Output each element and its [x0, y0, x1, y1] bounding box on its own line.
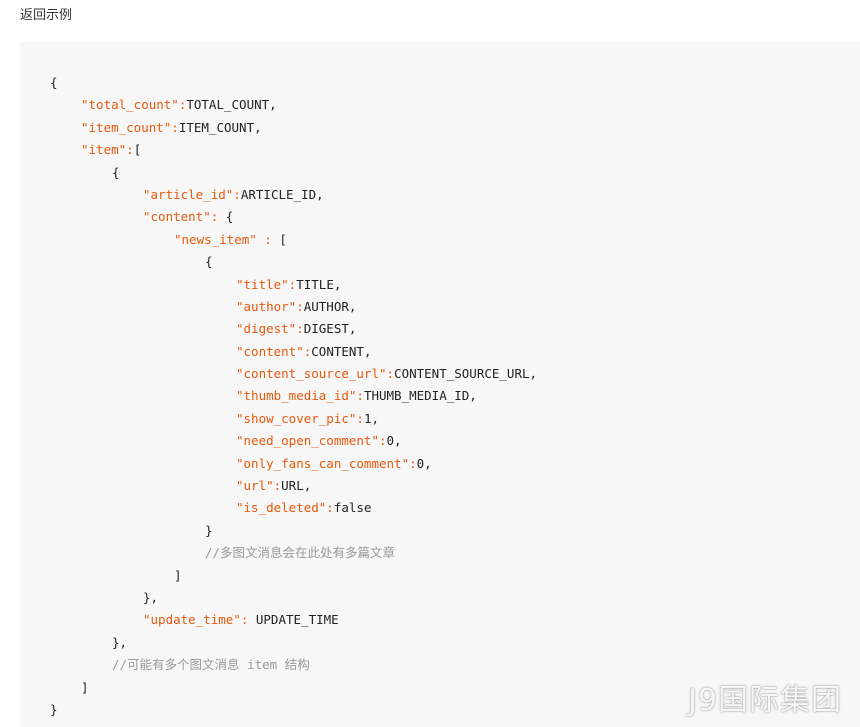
json-value: 0,	[386, 433, 402, 449]
code-lines: {"total_count":TOTAL_COUNT, "item_count":…	[50, 72, 537, 721]
code-line: ]	[50, 677, 537, 699]
json-key: "title":	[236, 276, 297, 292]
json-value: ITEM_COUNT,	[178, 119, 262, 135]
json-key: "author":	[236, 298, 304, 314]
code-line: "only_fans_can_comment":0,	[50, 453, 537, 475]
json-key: "item_count":	[81, 119, 179, 135]
code-line: {	[50, 72, 537, 94]
json-value: },	[112, 634, 128, 650]
json-value: TOTAL_COUNT,	[186, 97, 277, 113]
code-line: {	[50, 251, 537, 273]
code-line: "thumb_media_id":THUMB_MEDIA_ID,	[50, 385, 537, 407]
code-line: ]	[50, 565, 537, 587]
json-value: DIGEST,	[303, 321, 357, 337]
json-value: AUTHOR,	[303, 298, 357, 314]
json-key: "article_id":	[143, 186, 241, 202]
code-line: "content": {	[50, 206, 537, 228]
json-value: THUMB_MEDIA_ID,	[363, 388, 477, 404]
json-value: CONTENT_SOURCE_URL,	[394, 366, 538, 382]
json-value: 0,	[416, 455, 432, 471]
code-line: }	[50, 520, 537, 542]
json-key: "content":	[236, 343, 312, 359]
json-key: "show_cover_pic":	[236, 410, 364, 426]
json-value: {	[50, 75, 58, 90]
watermark-logo: J9国际集团	[688, 683, 842, 718]
json-value: {	[218, 209, 234, 225]
json-value: }	[205, 522, 213, 538]
json-value: TITLE,	[296, 276, 342, 292]
code-line: "update_time": UPDATE_TIME	[50, 609, 537, 631]
code-comment: //可能有多个图文消息 item 结构	[112, 657, 310, 673]
json-value: CONTENT,	[311, 343, 372, 359]
code-line: },	[50, 587, 537, 609]
json-value: URL,	[281, 478, 312, 494]
code-line: "title":TITLE,	[50, 274, 537, 296]
json-value: false	[333, 500, 372, 516]
code-line: "content_source_url":CONTENT_SOURCE_URL,	[50, 363, 537, 385]
code-comment: //多图文消息会在此处有多篇文章	[205, 545, 396, 561]
json-key: "total_count":	[81, 97, 187, 113]
json-value: }	[50, 701, 58, 717]
code-line: //多图文消息会在此处有多篇文章	[50, 542, 537, 564]
json-key: "url":	[236, 478, 282, 494]
code-line: "url":URL,	[50, 475, 537, 497]
json-key: "content_source_url":	[236, 366, 395, 382]
code-line: //可能有多个图文消息 item 结构	[50, 654, 537, 676]
code-line: "item":[	[50, 139, 537, 161]
code-line: "author":AUTHOR,	[50, 296, 537, 318]
code-line: "need_open_comment":0,	[50, 430, 537, 452]
code-line: "article_id":ARTICLE_ID,	[50, 184, 537, 206]
json-value: ]	[174, 567, 182, 583]
json-value: UPDATE_TIME	[248, 612, 339, 628]
json-value: ]	[81, 679, 89, 695]
json-key: "digest":	[236, 321, 304, 337]
json-key: "news_item" :	[174, 231, 272, 247]
json-value: ARTICLE_ID,	[240, 186, 324, 202]
json-key: "need_open_comment":	[236, 433, 387, 449]
json-value: },	[143, 589, 159, 605]
code-line: {	[50, 162, 537, 184]
code-block: {"total_count":TOTAL_COUNT, "item_count":…	[20, 42, 860, 727]
code-line: },	[50, 632, 537, 654]
code-line: "content":CONTENT,	[50, 341, 537, 363]
json-key: "thumb_media_id":	[236, 388, 364, 404]
code-line: "digest":DIGEST,	[50, 318, 537, 340]
json-value: [	[133, 142, 142, 158]
code-line: "news_item" : [	[50, 229, 537, 251]
json-key: "only_fans_can_comment":	[236, 455, 417, 471]
code-line: "total_count":TOTAL_COUNT,	[50, 94, 537, 116]
json-key: "item":	[81, 142, 134, 158]
json-value: [	[271, 231, 287, 247]
code-line: "is_deleted":false	[50, 497, 537, 519]
code-line: }	[50, 699, 537, 721]
json-key: "update_time":	[143, 612, 249, 628]
json-key: "is_deleted":	[236, 500, 334, 516]
json-value: 1,	[363, 410, 379, 426]
json-key: "content":	[143, 209, 219, 225]
code-line: "show_cover_pic":1,	[50, 408, 537, 430]
json-value: {	[205, 254, 213, 270]
code-line: "item_count":ITEM_COUNT,	[50, 117, 537, 139]
json-value: {	[112, 164, 120, 180]
section-title: 返回示例	[20, 8, 73, 23]
